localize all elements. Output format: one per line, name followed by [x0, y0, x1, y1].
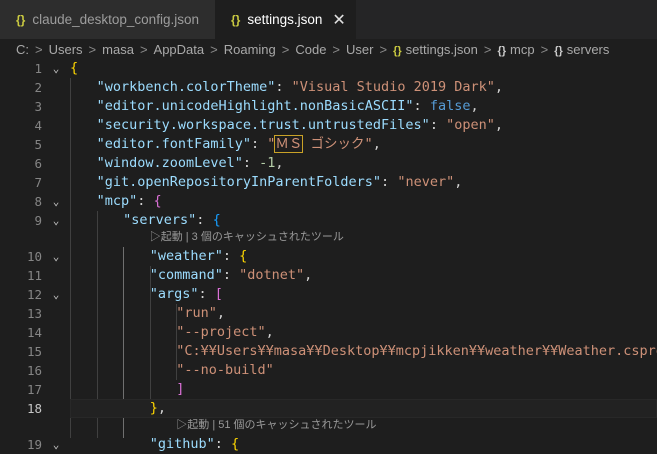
codelens-start-server[interactable]: ▷起動 | 51 個のキャッシュされたツール — [176, 416, 376, 435]
tab-claude-desktop-config[interactable]: {} claude_desktop_config.json — [0, 0, 215, 39]
close-icon[interactable]: ✕ — [332, 10, 345, 30]
breadcrumb-item[interactable]: Roaming — [224, 42, 276, 57]
chevron-right-icon: > — [139, 41, 148, 57]
breadcrumb-file[interactable]: {} settings.json — [393, 42, 478, 57]
breadcrumb-item[interactable]: Code — [295, 42, 326, 57]
code-text[interactable]: "args": [ — [150, 285, 223, 304]
code-line[interactable]: 13 "run", — [0, 304, 657, 323]
code-line[interactable]: 6 "window.zoomLevel": -1, — [0, 154, 657, 173]
breadcrumb-item[interactable]: User — [346, 42, 373, 57]
code-line[interactable]: 16 "--no-build" — [0, 361, 657, 380]
line-number: 10 — [26, 249, 42, 264]
fold-chevron-icon[interactable]: ⌄ — [50, 211, 62, 230]
line-number: 13 — [26, 306, 42, 321]
chevron-right-icon: > — [483, 41, 492, 57]
line-number: 17 — [26, 382, 42, 397]
line-number: 6 — [34, 156, 42, 171]
fold-chevron-icon[interactable]: ⌄ — [50, 192, 62, 211]
chevron-right-icon: > — [379, 41, 388, 57]
line-number: 4 — [34, 118, 42, 133]
code-text[interactable]: "window.zoomLevel": -1, — [97, 154, 284, 173]
breadcrumb-item[interactable]: C: — [16, 42, 29, 57]
breadcrumb-symbol-mcp[interactable]: {} mcp — [497, 42, 534, 57]
json-file-icon: {} — [16, 12, 26, 27]
fold-chevron-icon[interactable]: ⌄ — [50, 247, 62, 266]
breadcrumb: C: > Users > masa > AppData > Roaming > … — [0, 39, 657, 59]
tab-bar: {} claude_desktop_config.json {} setting… — [0, 0, 657, 39]
code-text[interactable]: "run", — [176, 304, 225, 323]
line-number: 7 — [34, 175, 42, 190]
code-text[interactable]: { — [70, 59, 78, 78]
breadcrumb-symbol-label: servers — [566, 41, 610, 57]
code-text[interactable]: "weather": { — [150, 247, 248, 266]
chevron-right-icon: > — [540, 41, 549, 57]
code-editor[interactable]: 1 ⌄ {2 "workbench.colorTheme": "Visual Stud… — [0, 59, 657, 452]
code-text[interactable]: "git.openRepositoryInParentFolders": "ne… — [97, 173, 463, 192]
line-number: 15 — [26, 344, 42, 359]
line-number: 3 — [34, 99, 42, 114]
line-number: 18 — [26, 401, 42, 416]
breadcrumb-symbol-label: mcp — [510, 41, 535, 57]
code-text[interactable]: "workbench.colorTheme": "Visual Studio 2… — [97, 78, 503, 97]
code-text[interactable]: "command": "dotnet", — [150, 266, 313, 285]
fold-chevron-icon[interactable]: ⌄ — [50, 59, 62, 78]
code-line[interactable]: 11 "command": "dotnet", — [0, 266, 657, 285]
line-number: 14 — [26, 325, 42, 340]
code-text[interactable]: ] — [176, 380, 184, 399]
code-line[interactable]: 2 "workbench.colorTheme": "Visual Studio … — [0, 78, 657, 97]
code-line[interactable]: 15 "C:¥¥Users¥¥masa¥¥Desktop¥¥mcpjikken¥¥… — [0, 342, 657, 361]
code-line[interactable]: 3 "editor.unicodeHighlight.nonBasicASCII"… — [0, 97, 657, 116]
json-file-icon: {} — [231, 12, 241, 27]
code-line[interactable]: 1 ⌄ { — [0, 59, 657, 78]
breadcrumb-file-label: settings.json — [405, 41, 478, 57]
json-file-icon: {} — [393, 44, 402, 57]
breadcrumb-item[interactable]: Users — [49, 42, 83, 57]
tab-label: settings.json — [247, 12, 323, 27]
line-number: 11 — [26, 268, 42, 283]
code-text[interactable]: "--no-build" — [176, 361, 274, 380]
line-number: 16 — [26, 363, 42, 378]
line-number: 12 — [26, 287, 42, 302]
code-line[interactable]: 12 ⌄ "args": [ — [0, 285, 657, 304]
fold-chevron-icon[interactable]: ⌄ — [50, 285, 62, 304]
line-number: 1 — [34, 61, 42, 76]
object-icon: {} — [497, 44, 507, 57]
breadcrumb-item[interactable]: masa — [102, 42, 134, 57]
object-icon: {} — [554, 44, 563, 57]
code-text[interactable]: "editor.unicodeHighlight.nonBasicASCII":… — [97, 97, 479, 116]
chevron-right-icon: > — [332, 41, 341, 57]
code-text[interactable]: "editor.fontFamily": "ＭＳ ゴシック", — [97, 135, 381, 154]
breadcrumb-item[interactable]: AppData — [154, 42, 205, 57]
line-number: 8 — [34, 194, 42, 209]
tab-label: claude_desktop_config.json — [32, 12, 199, 27]
code-line[interactable]: 17] — [0, 380, 657, 399]
code-text[interactable]: "--project", — [176, 323, 274, 342]
codelens-start-server[interactable]: ▷起動 | 3 個のキャッシュされたツール — [150, 228, 344, 247]
line-number: 9 — [34, 213, 42, 228]
code-line[interactable]: 7 "git.openRepositoryInParentFolders": "n… — [0, 173, 657, 192]
chevron-right-icon: > — [210, 41, 218, 57]
code-line[interactable]: 10 ⌄ "weather": { — [0, 247, 657, 266]
chevron-right-icon: > — [281, 41, 290, 57]
unicode-highlight: ＭＳ — [274, 135, 304, 153]
code-line[interactable]: 4 "security.workspace.trust.untrustedFile… — [0, 116, 657, 135]
code-text[interactable]: }, — [150, 399, 166, 418]
code-text[interactable]: "mcp": { — [97, 192, 162, 211]
chevron-right-icon: > — [88, 41, 97, 57]
breadcrumb-symbol-servers[interactable]: {} servers — [554, 42, 609, 57]
line-number: 5 — [34, 137, 42, 152]
tab-settings-json[interactable]: {} settings.json ✕ — [215, 0, 356, 39]
code-text[interactable]: "security.workspace.trust.untrustedFiles… — [97, 116, 503, 135]
line-number: 2 — [34, 80, 42, 95]
code-line[interactable]: 14 "--project", — [0, 323, 657, 342]
code-line[interactable]: 5 "editor.fontFamily": "ＭＳ ゴシック", — [0, 135, 657, 154]
code-line[interactable]: 8 ⌄ "mcp": { — [0, 192, 657, 211]
chevron-right-icon: > — [35, 41, 43, 57]
code-text[interactable]: "C:¥¥Users¥¥masa¥¥Desktop¥¥mcpjikken¥¥we… — [176, 342, 657, 361]
